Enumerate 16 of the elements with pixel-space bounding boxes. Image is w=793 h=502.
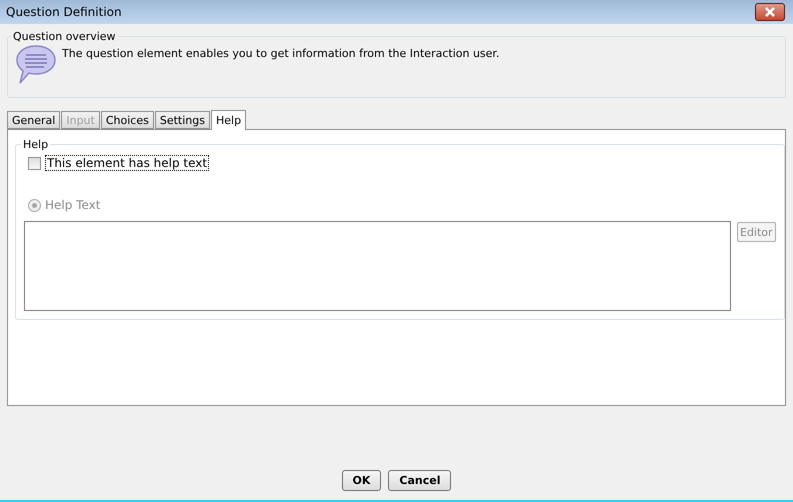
close-icon (764, 7, 776, 17)
tab[interactable]: Help (210, 110, 246, 130)
radio-label: Help Text (45, 198, 100, 212)
checkbox-label[interactable]: This element has help text (45, 155, 210, 171)
checkbox[interactable] (28, 156, 41, 170)
tab[interactable]: Choices (100, 111, 154, 129)
window-title: Question Definition (6, 5, 122, 19)
close-button[interactable] (755, 3, 785, 21)
help-text-field[interactable] (24, 221, 731, 311)
group-title: Question overview (12, 30, 117, 43)
group-title: Help (22, 138, 50, 151)
dialog-button[interactable]: Cancel (388, 470, 452, 491)
dialog-button[interactable]: OK (342, 470, 382, 491)
overview-text: The question element enables you to get information from the Interaction user. (62, 46, 500, 60)
tab[interactable]: Settings (154, 111, 210, 129)
tab[interactable]: General (7, 111, 60, 129)
